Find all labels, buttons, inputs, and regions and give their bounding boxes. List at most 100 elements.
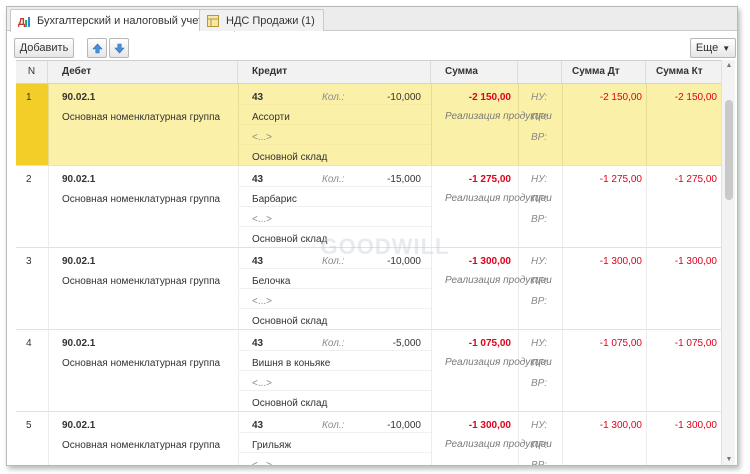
pr-label: ПР: bbox=[531, 440, 548, 451]
amount: -1 300,00 bbox=[468, 420, 511, 431]
amount: -1 075,00 bbox=[468, 338, 511, 349]
scroll-down-icon[interactable]: ▼ bbox=[722, 454, 736, 465]
debit-account: 90.02.1 bbox=[62, 420, 96, 431]
more-button[interactable]: Еще ▼ bbox=[690, 38, 736, 58]
debit-subconto: Основная номенклатурная группа bbox=[62, 112, 221, 123]
operation-content: Реализация продукции bbox=[445, 357, 552, 368]
col-summa-kt[interactable]: Сумма Кт bbox=[646, 61, 721, 83]
quantity-label: Кол.: bbox=[322, 256, 345, 267]
subrow-divider bbox=[238, 144, 431, 145]
operation-content: Реализация продукции bbox=[445, 193, 552, 204]
debit-subconto: Основная номенклатурная группа bbox=[62, 358, 221, 369]
credit-account: 43 bbox=[252, 256, 264, 267]
column-divider bbox=[48, 248, 49, 329]
nu-label: НУ: bbox=[531, 92, 548, 103]
row-number: 3 bbox=[26, 256, 32, 267]
table-row[interactable]: 5 90.02.1 Основная номенклатурная группа 43… bbox=[16, 412, 721, 466]
quantity-value: -10,000 bbox=[387, 92, 421, 103]
add-button[interactable]: Добавить bbox=[14, 38, 74, 58]
column-divider bbox=[518, 166, 519, 247]
credit-warehouse: Основной склад bbox=[252, 316, 328, 327]
nu-label: НУ: bbox=[531, 338, 548, 349]
row-selection-marker bbox=[16, 84, 48, 165]
arrow-down-icon bbox=[113, 43, 125, 53]
subrow-divider bbox=[238, 206, 431, 207]
subrow-divider bbox=[238, 186, 431, 187]
amount-dt: -2 150,00 bbox=[599, 92, 642, 103]
nu-label: НУ: bbox=[531, 256, 548, 267]
row-number: 5 bbox=[26, 420, 32, 431]
amount-kt: -1 075,00 bbox=[674, 338, 717, 349]
credit-item: Грильяж bbox=[252, 440, 292, 451]
table-row[interactable]: 4 90.02.1 Основная номенклатурная группа 43… bbox=[16, 330, 721, 412]
credit-item: Белочка bbox=[252, 276, 291, 287]
vr-label: ВР: bbox=[531, 132, 548, 143]
amount: -1 300,00 bbox=[468, 256, 511, 267]
operation-content: Реализация продукции bbox=[445, 439, 552, 450]
debit-account: 90.02.1 bbox=[62, 174, 96, 185]
nu-label: НУ: bbox=[531, 420, 548, 431]
scroll-up-icon[interactable]: ▲ bbox=[722, 60, 736, 72]
scrollbar-thumb[interactable] bbox=[725, 100, 733, 200]
tab-vat-sales-label: НДС Продажи (1) bbox=[226, 14, 315, 27]
col-n[interactable]: N bbox=[16, 61, 48, 83]
operation-content: Реализация продукции bbox=[445, 111, 552, 122]
vr-label: ВР: bbox=[531, 214, 548, 225]
subrow-divider bbox=[238, 350, 431, 351]
debit-subconto: Основная номенклатурная группа bbox=[62, 276, 221, 287]
row-number-cell bbox=[16, 330, 48, 411]
debit-account: 90.02.1 bbox=[62, 338, 96, 349]
credit-account: 43 bbox=[252, 338, 264, 349]
subrow-divider bbox=[238, 226, 431, 227]
credit-warehouse: Основной склад bbox=[252, 152, 328, 163]
table-row[interactable]: 1 90.02.1 Основная номенклатурная группа 43… bbox=[16, 84, 721, 166]
col-tax-labels[interactable] bbox=[518, 61, 562, 83]
tab-bar: Д Бухгалтерский и налоговый учет (16) НД… bbox=[7, 7, 737, 32]
amount-kt: -1 300,00 bbox=[674, 256, 717, 267]
arrow-up-icon bbox=[91, 43, 103, 53]
credit-account: 43 bbox=[252, 174, 264, 185]
subrow-divider bbox=[238, 288, 431, 289]
column-divider bbox=[48, 412, 49, 465]
col-debet[interactable]: Дебет bbox=[48, 61, 238, 83]
credit-subconto-empty: <...> bbox=[252, 296, 273, 307]
move-up-button[interactable] bbox=[87, 38, 107, 58]
amount-dt: -1 075,00 bbox=[599, 338, 642, 349]
tab-vat-sales[interactable]: НДС Продажи (1) bbox=[199, 9, 324, 31]
postings-table: N Дебет Кредит Сумма Сумма Дт Сумма Кт 1… bbox=[16, 60, 721, 466]
quantity-label: Кол.: bbox=[322, 92, 345, 103]
document-window: Д Бухгалтерский и налоговый учет (16) НД… bbox=[6, 6, 738, 466]
operation-content: Реализация продукции bbox=[445, 275, 552, 286]
quantity-value: -10,000 bbox=[387, 420, 421, 431]
amount-kt: -1 275,00 bbox=[674, 174, 717, 185]
subrow-divider bbox=[238, 432, 431, 433]
table-header: N Дебет Кредит Сумма Сумма Дт Сумма Кт bbox=[16, 61, 721, 84]
credit-warehouse: Основной склад bbox=[252, 398, 328, 409]
nu-label: НУ: bbox=[531, 174, 548, 185]
row-number: 2 bbox=[26, 174, 32, 185]
col-kredit[interactable]: Кредит bbox=[238, 61, 431, 83]
pr-label: ПР: bbox=[531, 276, 548, 287]
credit-account: 43 bbox=[252, 92, 264, 103]
move-down-button[interactable] bbox=[109, 38, 129, 58]
table-row[interactable]: 3 90.02.1 Основная номенклатурная группа 43… bbox=[16, 248, 721, 330]
column-divider bbox=[518, 248, 519, 329]
svg-text:Д: Д bbox=[18, 17, 25, 28]
column-divider bbox=[48, 166, 49, 247]
credit-item: Вишня в коньяке bbox=[252, 358, 331, 369]
tab-accounting-label: Бухгалтерский и налоговый учет (16) bbox=[37, 15, 226, 27]
subrow-divider bbox=[238, 124, 431, 125]
row-number-cell bbox=[16, 412, 48, 465]
amount-kt: -2 150,00 bbox=[674, 92, 717, 103]
quantity-value: -5,000 bbox=[392, 338, 421, 349]
quantity-label: Кол.: bbox=[322, 338, 345, 349]
credit-subconto-empty: <...> bbox=[252, 460, 273, 466]
col-summa[interactable]: Сумма bbox=[431, 61, 518, 83]
quantity-value: -10,000 bbox=[387, 256, 421, 267]
vertical-scrollbar[interactable]: ▲ ▼ bbox=[721, 60, 736, 465]
credit-account: 43 bbox=[252, 420, 264, 431]
table-row[interactable]: 2 90.02.1 Основная номенклатурная группа 43… bbox=[16, 166, 721, 248]
more-button-label: Еще bbox=[695, 42, 719, 54]
col-summa-dt[interactable]: Сумма Дт bbox=[562, 61, 646, 83]
quantity-value: -15,000 bbox=[387, 174, 421, 185]
